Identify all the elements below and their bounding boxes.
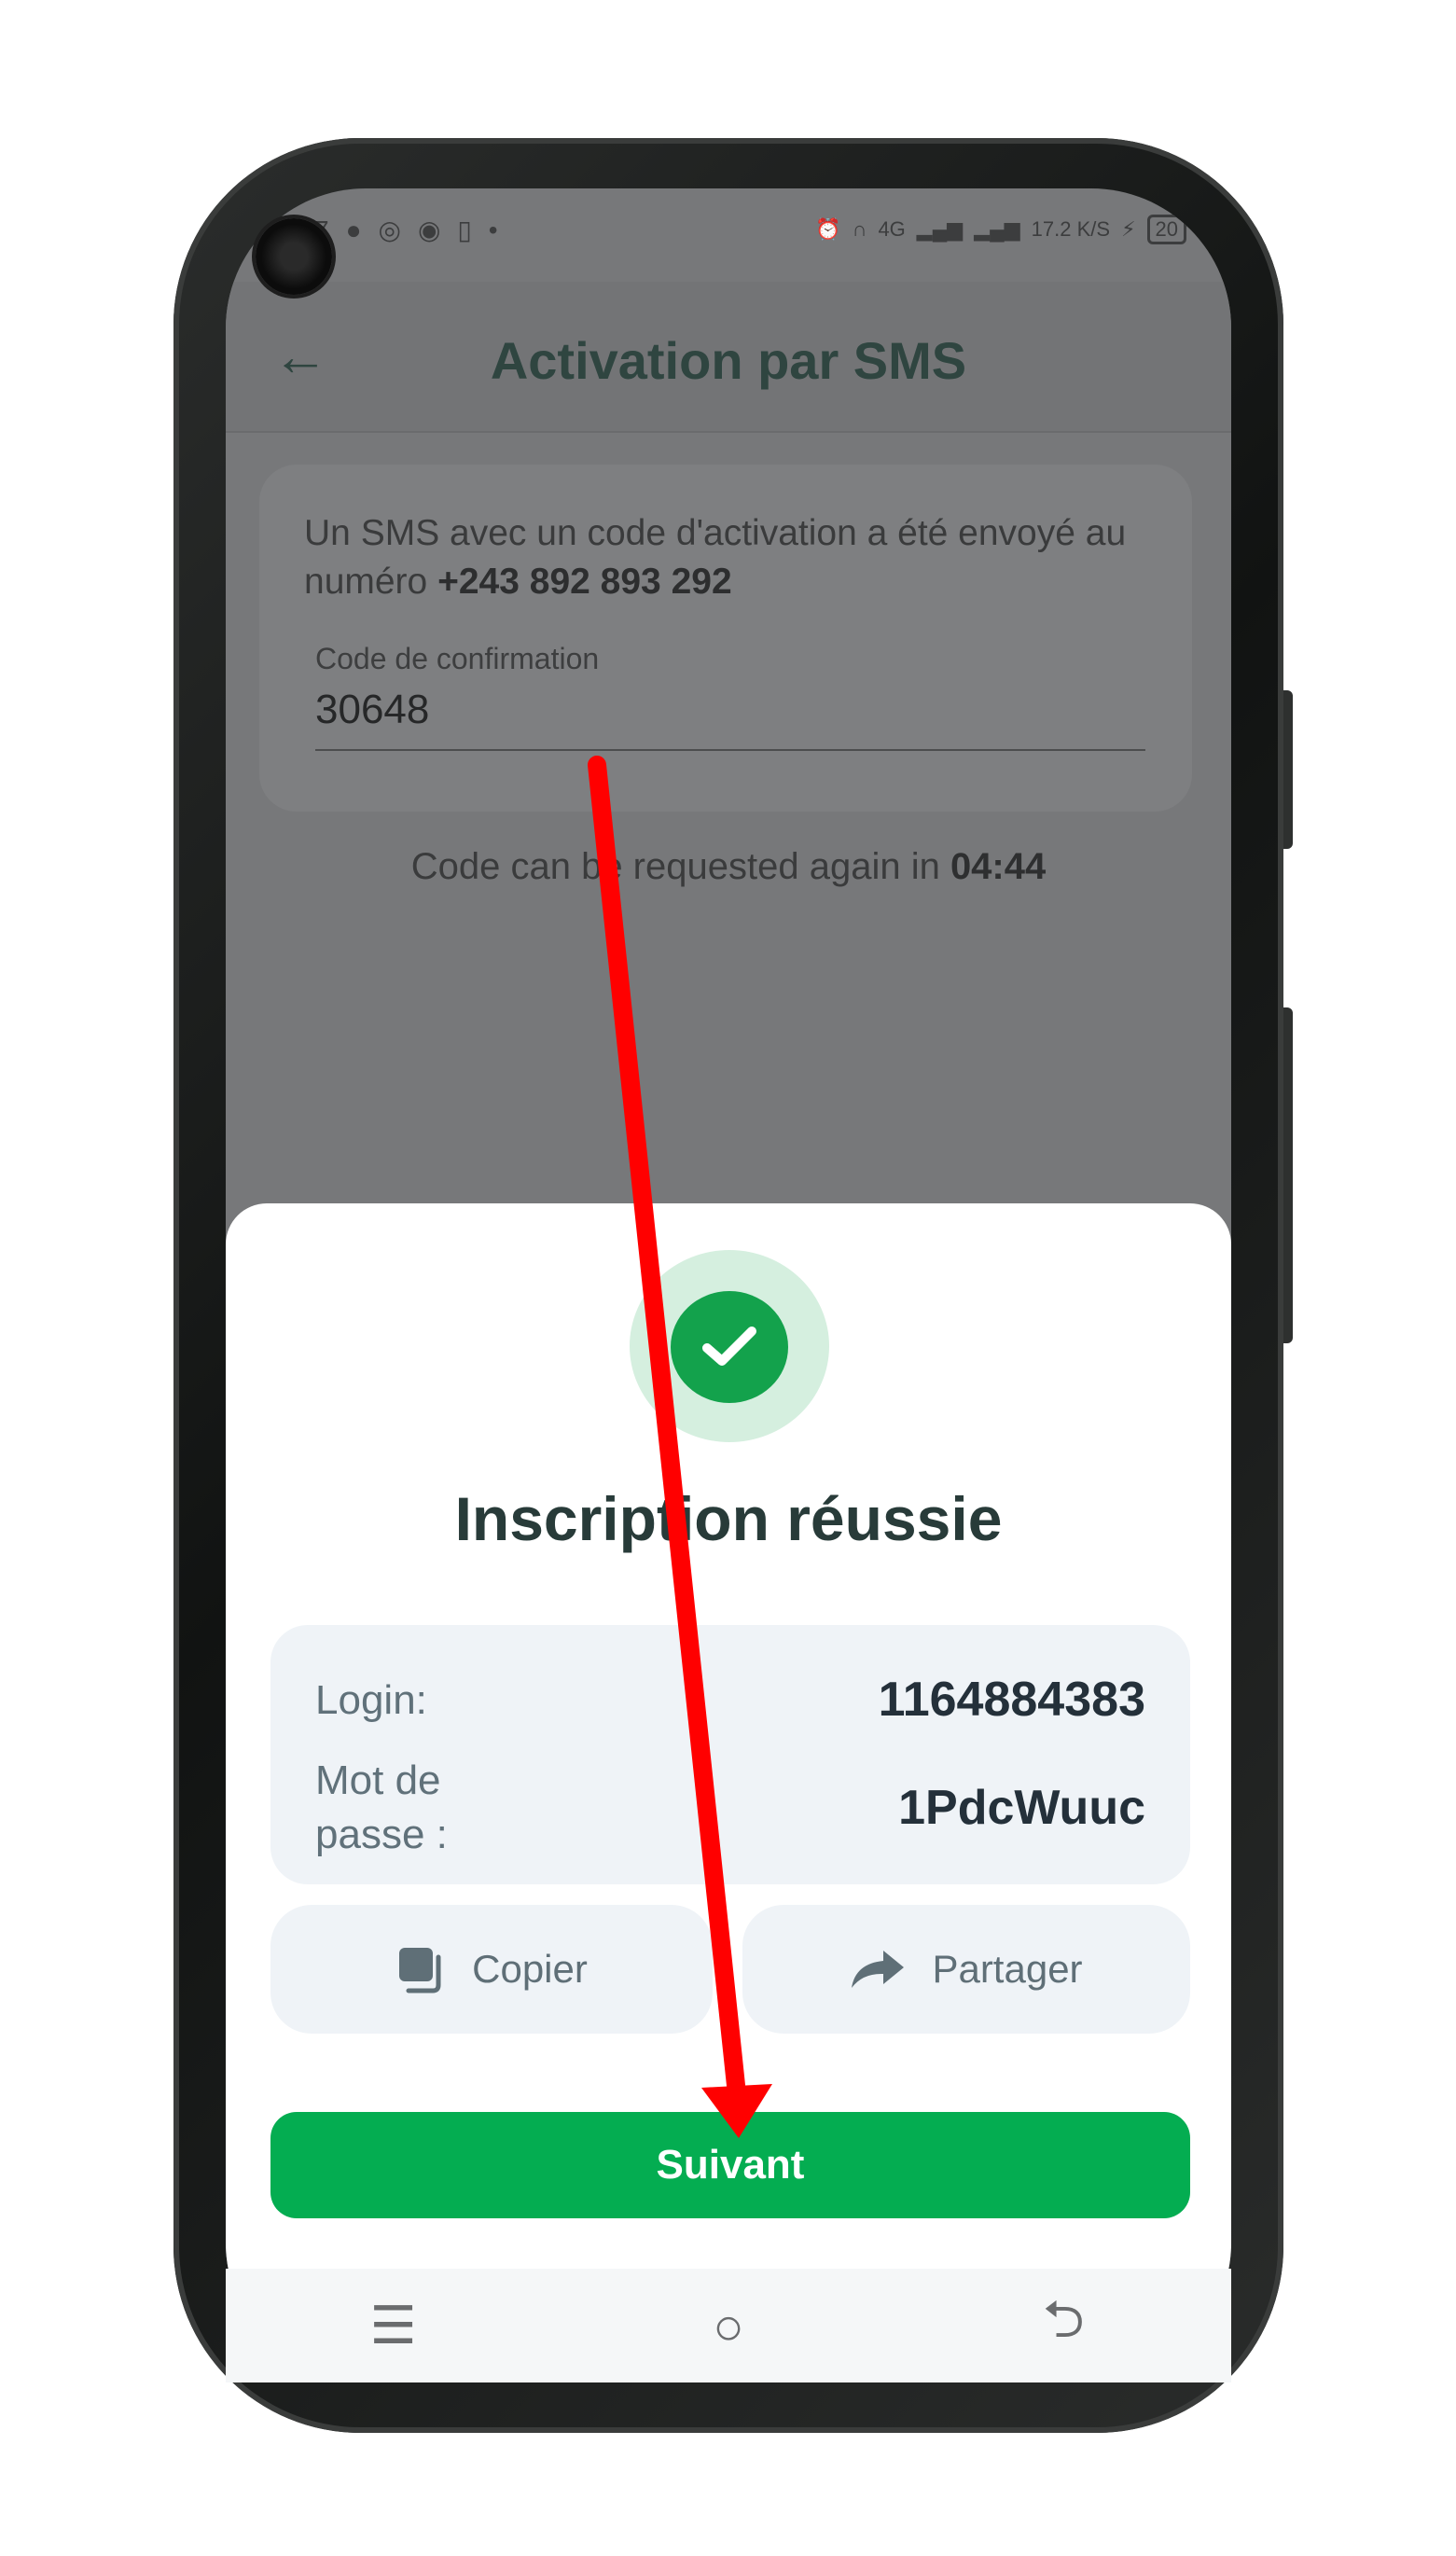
check-icon (671, 1291, 788, 1403)
password-label-line1: Mot de (315, 1757, 441, 1803)
password-value: 1PdcWuuc (898, 1781, 1145, 1835)
back-icon[interactable]: ⮌ (1007, 2282, 1119, 2370)
menu-icon[interactable]: ☰ (338, 2295, 450, 2356)
credentials-box: Login: 1164884383 Mot de passe : 1PdcWuu… (270, 1625, 1190, 1884)
password-label-line2: passe : (315, 1812, 448, 1857)
sheet-title: Inscription réussie (454, 1484, 1003, 1553)
sheet-layer: Inscription réussie Login: 1164884383 Mo… (226, 188, 1231, 2382)
system-nav-bar: ☰ ○ ⮌ (226, 2269, 1231, 2382)
share-label: Partager (932, 1947, 1083, 1991)
copy-label: Copier (472, 1947, 588, 1991)
front-camera (256, 218, 332, 295)
share-icon (852, 1951, 905, 1988)
login-label: Login: (315, 1677, 427, 1723)
home-icon[interactable]: ○ (673, 2296, 784, 2356)
next-button[interactable]: Suivant (270, 2112, 1190, 2218)
share-button[interactable]: Partager (742, 1905, 1190, 2034)
login-value: 1164884383 (878, 1673, 1145, 1727)
copy-icon (399, 1948, 441, 1993)
power-button (1283, 1007, 1293, 1343)
volume-button (1283, 690, 1293, 849)
copy-button[interactable]: Copier (270, 1905, 713, 2034)
